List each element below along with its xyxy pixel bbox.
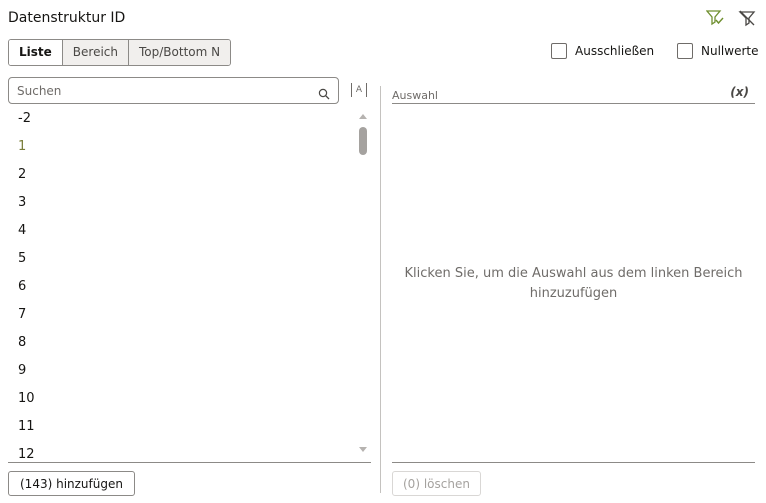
exclude-label: Ausschließen [575,44,655,58]
list-scrollbar[interactable] [357,111,369,456]
nulls-label: Nullwerte [701,44,759,58]
list-item[interactable]: 5 [8,249,358,277]
empty-message-line: Klicken Sie, um die Auswahl aus dem link… [404,266,743,281]
empty-message-line: hinzuzufügen [529,286,618,301]
tab-top-bottom-n[interactable]: Top/Bottom N [128,40,231,65]
list-item[interactable]: 9 [8,361,358,389]
tab-liste[interactable]: Liste [9,40,62,65]
selection-header-label: Auswahl [392,89,438,102]
list-item[interactable]: 1 [8,137,358,165]
list-item[interactable]: 10 [8,389,358,417]
mode-segmented-control: Liste Bereich Top/Bottom N [8,39,232,66]
panel-title: Datenstruktur ID [8,10,126,26]
search-box [8,77,339,104]
expression-button[interactable]: (x) [730,85,749,99]
list-item[interactable]: 4 [8,221,358,249]
search-input[interactable] [17,83,307,98]
filter-add-icon[interactable] [705,9,724,27]
list-item[interactable]: 2 [8,165,358,193]
search-icon[interactable] [318,85,330,99]
selection-divider [392,462,755,463]
exclude-checkbox[interactable]: Ausschließen [551,43,654,59]
list-item[interactable]: 12 [8,445,358,461]
filter-clear-icon[interactable] [738,9,756,27]
nulls-checkbox[interactable]: Nullwerte [677,43,758,59]
selection-empty-message: Klicken Sie, um die Auswahl aus dem link… [392,264,755,304]
nulls-checkbox-box[interactable] [677,43,693,59]
scroll-up-arrow-icon[interactable] [359,114,367,119]
add-values-button[interactable]: (143) hinzufügen [8,471,135,496]
clear-selection-button[interactable]: (0) löschen [392,471,481,496]
scroll-down-arrow-icon[interactable] [359,447,367,452]
header-toolbar [705,9,756,27]
values-list: -2 1 2 3 4 5 6 7 8 9 10 11 12 [8,109,358,461]
exclude-checkbox-box[interactable] [551,43,567,59]
list-item[interactable]: 8 [8,333,358,361]
list-divider [8,462,371,463]
match-case-icon[interactable]: A [351,83,367,97]
list-item[interactable]: 7 [8,305,358,333]
list-item[interactable]: 11 [8,417,358,445]
list-item[interactable]: 6 [8,277,358,305]
list-item[interactable]: 3 [8,193,358,221]
list-item[interactable]: -2 [8,109,358,137]
scroll-thumb[interactable] [359,127,367,155]
tab-bereich[interactable]: Bereich [61,40,128,65]
panel-divider [380,86,381,493]
selection-header: Auswahl (x) [392,84,755,104]
